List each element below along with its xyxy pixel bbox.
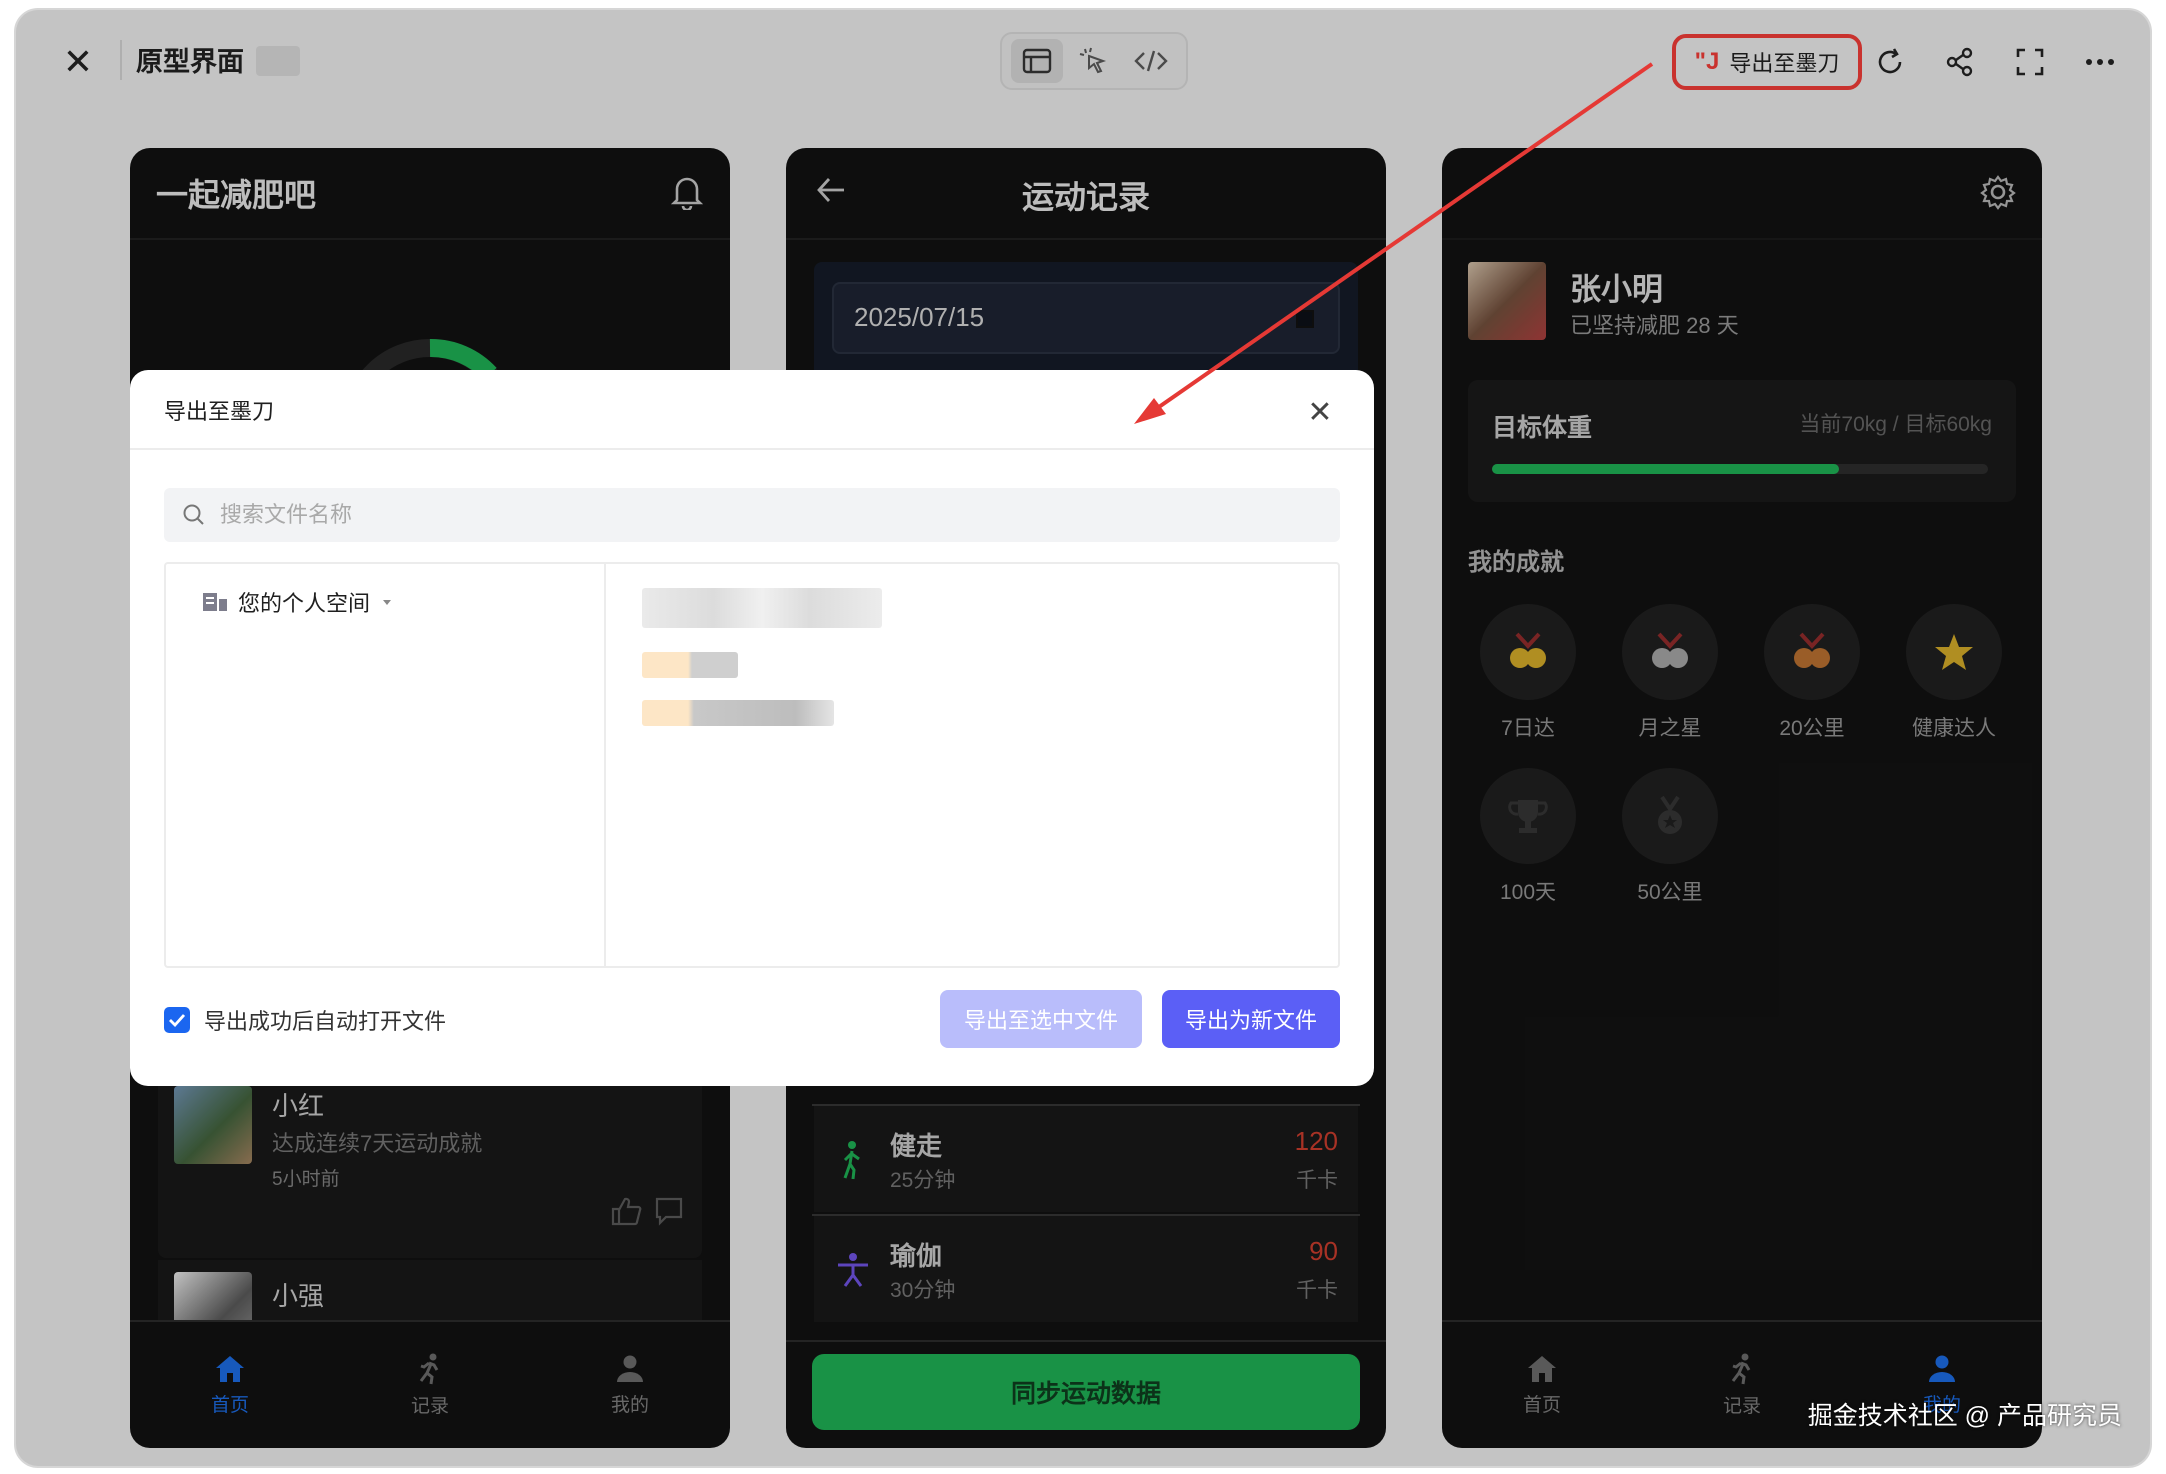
watermark: 掘金技术社区 @ 产品研究员 <box>1807 1402 2122 1430</box>
annotation-arrow <box>1134 62 1654 424</box>
app-window: ✕ 原型界面 "J 导出至墨刀 一起减肥吧 小红 达成连续7天运动成就 5小时前… <box>14 8 2152 1468</box>
